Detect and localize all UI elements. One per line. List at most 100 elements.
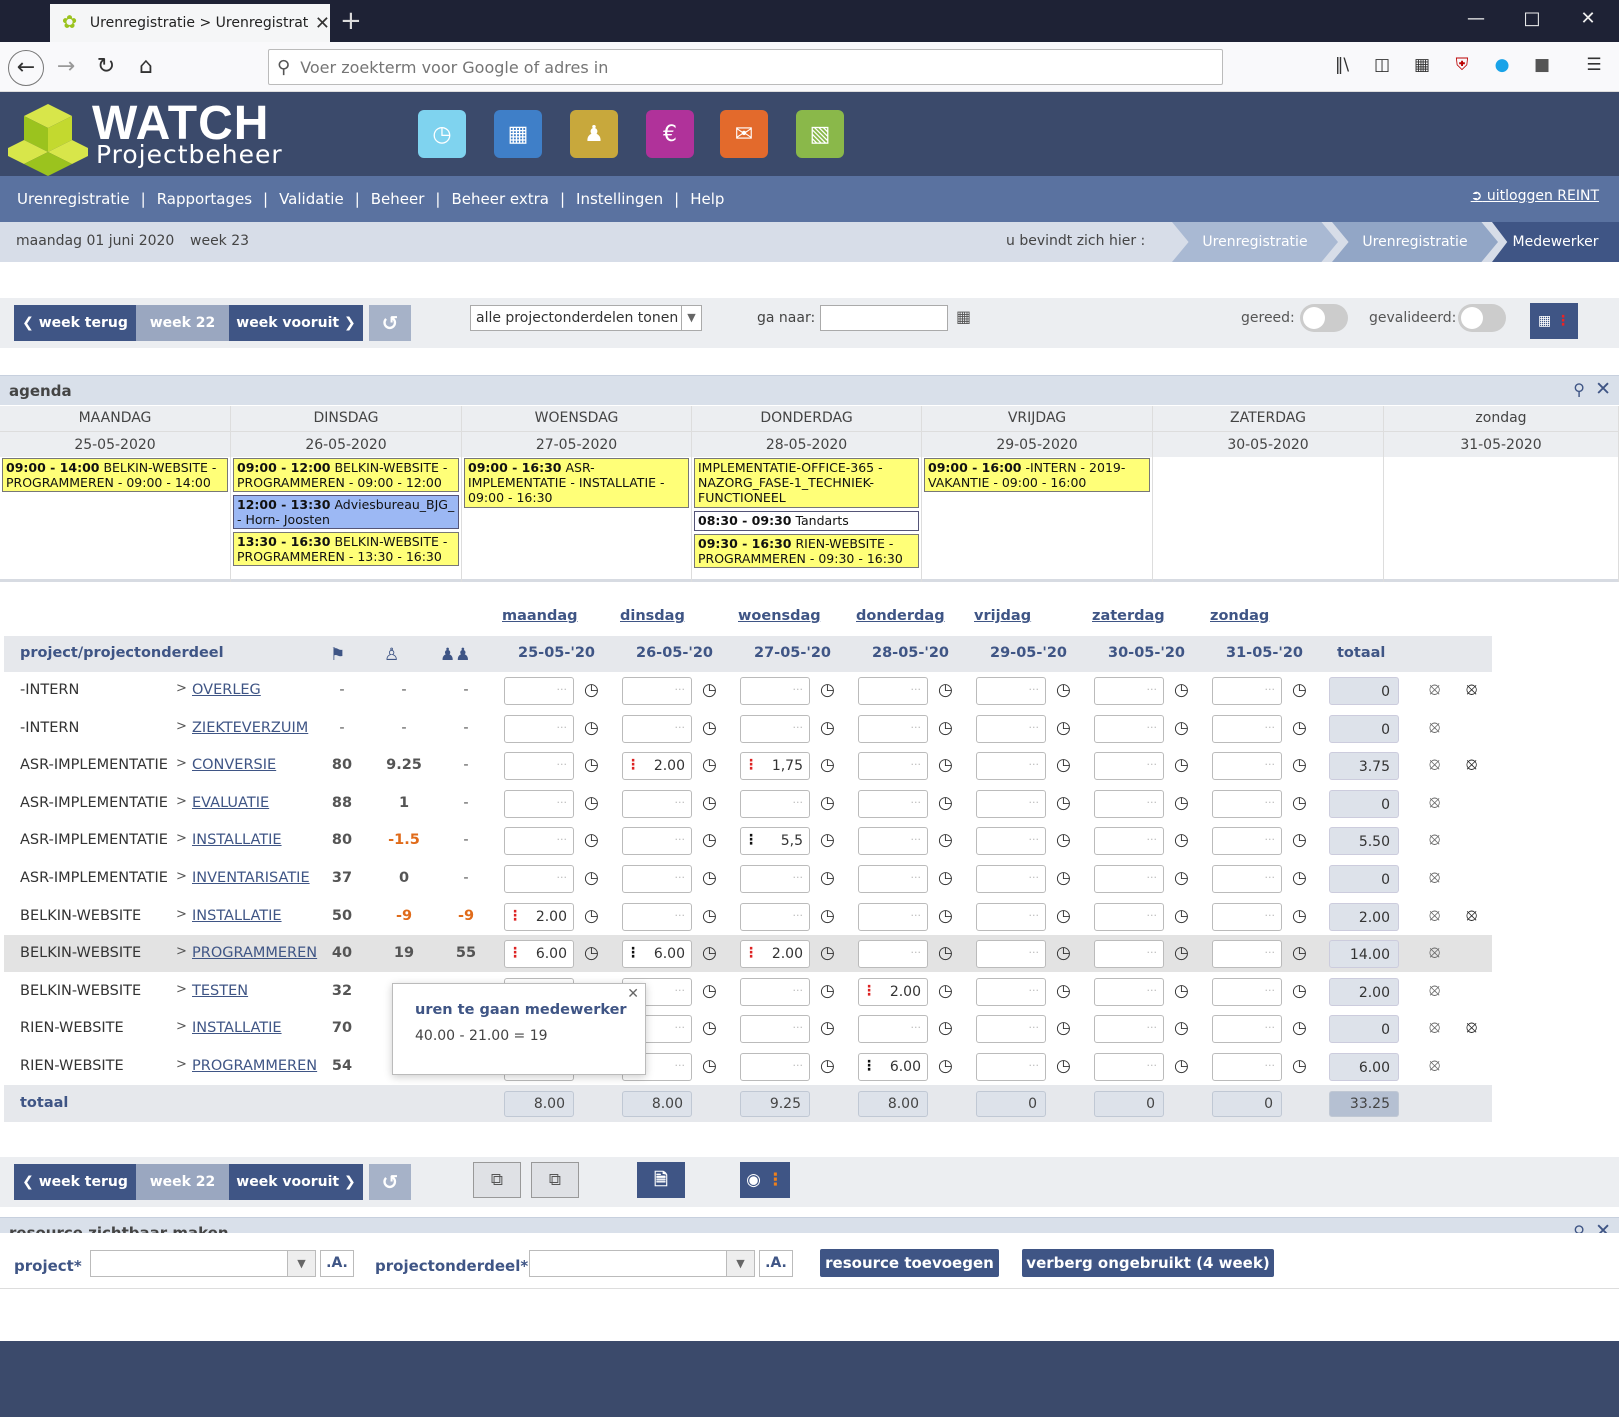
ublock-icon[interactable]: ⛨	[1450, 55, 1474, 79]
day-link-donderdag[interactable]: donderdag	[856, 608, 945, 624]
home-icon[interactable]: ⌂	[128, 50, 164, 86]
clock-icon[interactable]: ◷	[584, 869, 604, 889]
hours-input[interactable]: ...	[622, 902, 692, 931]
invoice-app-icon[interactable]: €	[646, 110, 694, 158]
hours-input[interactable]: ...	[858, 1015, 928, 1044]
hours-input[interactable]: ⋮ 5,5	[740, 827, 810, 856]
hours-input[interactable]: ...	[1094, 827, 1164, 856]
hours-input[interactable]: ...	[740, 865, 810, 893]
clock-icon[interactable]: ◷	[938, 982, 958, 1002]
day-link-vrijdag[interactable]: vrijdag	[974, 608, 1031, 624]
menu-instellingen[interactable]: Instellingen	[576, 190, 663, 208]
hidden-eye-icon[interactable]: ⦻	[1466, 754, 1477, 774]
clock-icon[interactable]: ◷	[1174, 831, 1194, 851]
hours-input[interactable]: ...	[976, 827, 1046, 856]
hours-input[interactable]: ...	[622, 677, 692, 705]
agenda-event[interactable]: 09:00 - 16:00 -INTERN - 2019-VAKANTIE - …	[924, 458, 1150, 492]
calendar-app-icon[interactable]: ▦	[494, 110, 542, 158]
row-subproject-link[interactable]: PROGRAMMEREN	[192, 1058, 317, 1074]
hours-input[interactable]: ...	[1094, 1053, 1164, 1081]
clock-icon[interactable]: ◷	[1056, 982, 1076, 1002]
clock-icon[interactable]: ◷	[1056, 1019, 1076, 1039]
minimize-icon[interactable]: —	[1456, 8, 1496, 29]
tooltip-close-icon[interactable]: ✕	[627, 986, 639, 1002]
hours-input[interactable]: ...	[976, 714, 1046, 743]
hours-input[interactable]: ⋮ 2.00	[622, 752, 692, 781]
day-link-maandag[interactable]: maandag	[502, 608, 578, 624]
hours-input[interactable]: ...	[976, 1015, 1046, 1044]
hide-row-icon[interactable]: ⦻	[1429, 792, 1440, 812]
menu-rapportages[interactable]: Rapportages	[157, 190, 252, 208]
clock-icon[interactable]: ◷	[1174, 982, 1194, 1002]
clock-icon[interactable]: ◷	[1174, 794, 1194, 814]
url-bar[interactable]: ⚲	[268, 49, 1223, 85]
tab-close-icon[interactable]: ✕	[315, 13, 330, 34]
menu-icon[interactable]: ☰	[1582, 55, 1606, 79]
clock-icon[interactable]: ◷	[1292, 907, 1312, 927]
week-back-button-bottom[interactable]: ❮ week terug	[14, 1164, 136, 1200]
clock-icon[interactable]: ◷	[1056, 794, 1076, 814]
forward-icon[interactable]: →	[48, 50, 84, 86]
clock-icon[interactable]: ◷	[938, 869, 958, 889]
clock-icon[interactable]: ◷	[584, 794, 604, 814]
clock-icon[interactable]: ◷	[820, 1057, 840, 1077]
clock-icon[interactable]: ◷	[938, 1057, 958, 1077]
clock-icon[interactable]: ◷	[1292, 719, 1312, 739]
clock-icon[interactable]: ◷	[1292, 1057, 1312, 1077]
close-icon[interactable]: ✕	[1595, 378, 1611, 400]
ghostery-icon[interactable]: ●	[1490, 55, 1514, 79]
clock-icon[interactable]: ◷	[702, 831, 722, 851]
menu-validatie[interactable]: Validatie	[279, 190, 344, 208]
clock-icon[interactable]: ◷	[1174, 719, 1194, 739]
row-subproject-link[interactable]: INSTALLATIE	[192, 908, 282, 924]
hours-input[interactable]: ⋮ 1,75	[740, 752, 810, 781]
hours-input[interactable]: ...	[858, 789, 928, 818]
hours-input[interactable]: ...	[1212, 940, 1282, 969]
hours-input[interactable]: ...	[1212, 752, 1282, 781]
clock-icon[interactable]: ◷	[820, 982, 840, 1002]
agenda-event[interactable]: 08:30 - 09:30 Tandarts	[694, 511, 919, 531]
hours-input[interactable]: ...	[504, 827, 574, 856]
hide-row-icon[interactable]: ⦻	[1429, 867, 1440, 887]
gevalideerd-toggle[interactable]	[1458, 304, 1506, 332]
hidden-eye-icon[interactable]: ⦻	[1466, 1017, 1477, 1037]
hours-input[interactable]: ...	[622, 865, 692, 893]
comment-dots-icon[interactable]: ⋮	[626, 752, 640, 778]
breadcrumb-item-1[interactable]: Urenregistratie	[1172, 222, 1338, 262]
breadcrumb-item-3[interactable]: Medewerker	[1492, 222, 1619, 262]
hours-input[interactable]: ...	[976, 902, 1046, 931]
hide-row-icon[interactable]: ⦻	[1429, 679, 1440, 699]
clock-icon[interactable]: ◷	[1174, 756, 1194, 776]
clock-icon[interactable]: ◷	[584, 719, 604, 739]
hide-row-icon[interactable]: ⦻	[1429, 754, 1440, 774]
hours-input[interactable]: ...	[740, 977, 810, 1006]
row-subproject-link[interactable]: OVERLEG	[192, 682, 261, 698]
hours-input[interactable]: ...	[1094, 977, 1164, 1006]
clock-icon[interactable]: ◷	[938, 1019, 958, 1039]
agenda-event[interactable]: 09:30 - 16:30 RIEN-WEBSITE - PROGRAMMERE…	[694, 534, 919, 568]
expenses-app-icon[interactable]: ▧	[796, 110, 844, 158]
hours-input[interactable]: ...	[740, 789, 810, 818]
clock-icon[interactable]: ◷	[1292, 831, 1312, 851]
hours-input[interactable]: ...	[1212, 827, 1282, 856]
sidebar-icon[interactable]: ◫	[1370, 55, 1394, 79]
maximize-icon[interactable]: □	[1512, 8, 1552, 29]
hours-input[interactable]: ...	[976, 677, 1046, 705]
clock-icon[interactable]: ◷	[1174, 1019, 1194, 1039]
menu-urenregistratie[interactable]: Urenregistratie	[17, 190, 130, 208]
comment-dots-icon[interactable]: ⋮	[508, 903, 522, 929]
breadcrumb-item-2[interactable]: Urenregistratie	[1332, 222, 1498, 262]
clock-icon[interactable]: ◷	[1292, 681, 1312, 701]
clock-icon[interactable]: ◷	[702, 944, 722, 964]
comment-dots-icon[interactable]: ⋮	[626, 940, 640, 966]
clock-icon[interactable]: ◷	[938, 907, 958, 927]
hours-input[interactable]: ...	[976, 752, 1046, 781]
agenda-event[interactable]: 12:00 - 13:30 Adviesbureau_BJG_ - Horn- …	[233, 495, 459, 529]
hours-input[interactable]: ...	[1212, 714, 1282, 743]
sub-a-button[interactable]: .A.	[759, 1250, 793, 1277]
chat-app-icon[interactable]: ✉	[720, 110, 768, 158]
hours-input[interactable]: ⋮ 2.00	[740, 940, 810, 969]
hours-input[interactable]: ...	[976, 940, 1046, 969]
clock-icon[interactable]: ◷	[820, 794, 840, 814]
hide-row-icon[interactable]: ⦻	[1429, 1017, 1440, 1037]
